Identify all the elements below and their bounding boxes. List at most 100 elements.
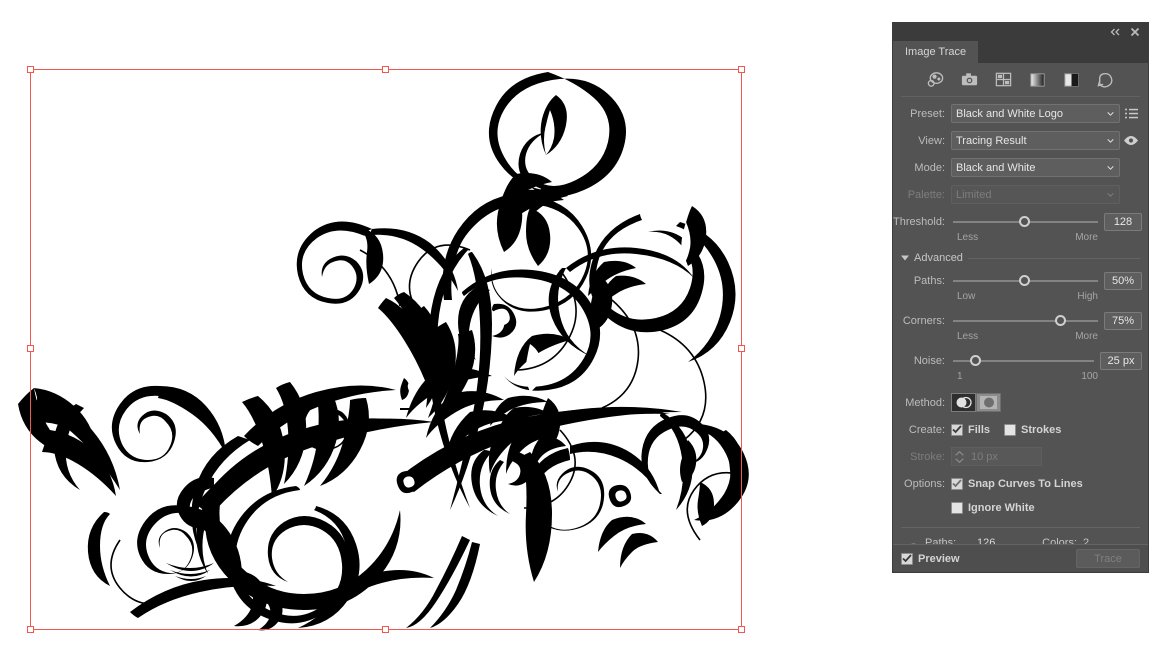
- collapse-panel-icon[interactable]: [1108, 25, 1122, 39]
- selection-handle-top-left[interactable]: [27, 66, 34, 73]
- noise-endpoints: 1 100: [893, 371, 1148, 384]
- corners-min-label: Less: [957, 331, 979, 342]
- noise-label: Noise:: [913, 355, 945, 367]
- paths-label: Paths:: [913, 275, 945, 287]
- checkmark-icon: [902, 554, 912, 563]
- preset-row: Preset: Black and White Logo: [893, 103, 1148, 124]
- ignore-white-label: Ignore White: [968, 501, 1035, 514]
- mode-dropdown[interactable]: Black and White: [951, 158, 1120, 177]
- threshold-min-label: Less: [957, 232, 979, 243]
- palette-value: Limited: [956, 188, 992, 201]
- grayscale-icon[interactable]: [1028, 70, 1047, 89]
- paths-input[interactable]: 50%: [1104, 272, 1142, 290]
- threshold-knob[interactable]: [1018, 216, 1030, 227]
- view-dropdown[interactable]: Tracing Result: [951, 131, 1120, 150]
- overlapping-method-button[interactable]: [976, 393, 1001, 412]
- view-preview-toggle[interactable]: [1120, 135, 1142, 146]
- panel-titlebar[interactable]: [893, 23, 1148, 41]
- eye-icon: [1124, 136, 1138, 145]
- stroke-row: Stroke: 10 px: [893, 446, 1148, 467]
- preset-dropdown[interactable]: Black and White Logo: [951, 104, 1120, 123]
- palette-dropdown: Limited: [951, 185, 1120, 204]
- artboard-canvas[interactable]: [0, 0, 890, 653]
- paths-row: Paths: 50%: [893, 271, 1148, 291]
- corners-slider[interactable]: [953, 313, 1098, 329]
- stroke-input: 10 px: [966, 447, 1042, 466]
- outline-icon[interactable]: [1096, 70, 1115, 89]
- corners-input[interactable]: 75%: [1104, 312, 1142, 330]
- threshold-input[interactable]: 128: [1104, 213, 1142, 231]
- paths-endpoints: Low High: [893, 291, 1148, 304]
- high-color-icon[interactable]: [960, 70, 979, 89]
- selection-handle-top-right[interactable]: [738, 66, 745, 73]
- threshold-slider[interactable]: [953, 214, 1098, 230]
- noise-input[interactable]: 25 px: [1100, 352, 1142, 370]
- stroke-stepper: [951, 447, 966, 466]
- selection-handle-top-center[interactable]: [382, 66, 389, 73]
- selection-handle-middle-left[interactable]: [27, 345, 34, 352]
- selection-handle-bottom-left[interactable]: [27, 626, 34, 633]
- noise-knob[interactable]: [969, 355, 981, 366]
- close-panel-icon[interactable]: [1128, 25, 1142, 39]
- auto-color-icon[interactable]: [926, 70, 945, 89]
- fills-checkbox-box: [951, 423, 963, 436]
- paths-slider[interactable]: [953, 273, 1098, 289]
- paths-value: 50%: [1111, 275, 1135, 287]
- abutting-method-icon: [956, 396, 972, 409]
- corners-endpoints: Less More: [893, 331, 1148, 344]
- corners-knob[interactable]: [1054, 315, 1066, 326]
- palette-row: Palette: Limited: [893, 184, 1148, 205]
- options-label: Options:: [904, 477, 945, 490]
- selection-handle-middle-right[interactable]: [738, 345, 745, 352]
- selection-handle-bottom-right[interactable]: [738, 626, 745, 633]
- preview-label: Preview: [918, 552, 960, 565]
- trace-button-label: Trace: [1094, 552, 1122, 565]
- paths-max-label: High: [1077, 291, 1098, 302]
- method-row: Method:: [893, 392, 1148, 413]
- snap-curves-checkbox[interactable]: Snap Curves To Lines: [951, 477, 1083, 490]
- mode-value: Black and White: [956, 161, 1036, 174]
- paths-min-label: Low: [957, 291, 976, 302]
- checkmark-icon: [952, 479, 962, 488]
- advanced-section-header[interactable]: Advanced: [901, 252, 1140, 264]
- chevron-down-icon: [1107, 138, 1114, 143]
- view-row: View: Tracing Result: [893, 130, 1148, 151]
- abutting-method-button[interactable]: [951, 393, 976, 412]
- panel-tab-strip: Image Trace: [893, 41, 1148, 63]
- double-chevron-left-icon: [1110, 28, 1119, 36]
- noise-slider[interactable]: [953, 353, 1094, 369]
- advanced-label: Advanced: [914, 252, 963, 264]
- create-row: Create: Fills Strokes: [893, 419, 1148, 440]
- ignore-white-checkbox-box: [951, 501, 963, 514]
- preset-menu-button[interactable]: [1120, 108, 1142, 119]
- threshold-endpoints: Less More: [893, 232, 1148, 245]
- low-color-icon[interactable]: [994, 70, 1013, 89]
- fills-checkbox[interactable]: Fills: [951, 423, 991, 436]
- black-and-white-icon[interactable]: [1062, 70, 1081, 89]
- tab-image-trace[interactable]: Image Trace: [893, 41, 979, 63]
- noise-min-label: 1: [957, 371, 963, 382]
- strokes-checkbox[interactable]: Strokes: [1004, 423, 1061, 436]
- corners-track: [953, 320, 1098, 322]
- tab-image-trace-label: Image Trace: [905, 46, 967, 58]
- view-label: View:: [918, 134, 945, 147]
- image-trace-panel: Image Trace Preset: Black and White Logo…: [892, 22, 1149, 573]
- snap-curves-checkbox-box: [951, 477, 963, 490]
- palette-label: Palette:: [907, 188, 945, 201]
- floral-swirl-ornament-artwork[interactable]: [0, 0, 890, 653]
- stroke-value: 10 px: [971, 450, 998, 463]
- selection-handle-bottom-center[interactable]: [382, 626, 389, 633]
- preview-checkbox-box: [901, 552, 913, 565]
- panel-menu-icon: [1124, 108, 1138, 119]
- corners-max-label: More: [1075, 331, 1098, 342]
- preview-checkbox[interactable]: Preview: [901, 552, 960, 565]
- close-x-icon: [1130, 27, 1140, 37]
- trace-button: Trace: [1076, 549, 1140, 568]
- fills-label: Fills: [968, 423, 991, 436]
- ignore-white-checkbox[interactable]: Ignore White: [951, 501, 1035, 514]
- paths-knob[interactable]: [1018, 275, 1030, 286]
- panel-body: Preset: Black and White Logo View: Traci…: [893, 63, 1148, 568]
- view-value: Tracing Result: [956, 134, 1027, 147]
- options-row: Options: Snap Curves To Lines: [893, 473, 1148, 494]
- mode-label: Mode:: [914, 161, 945, 174]
